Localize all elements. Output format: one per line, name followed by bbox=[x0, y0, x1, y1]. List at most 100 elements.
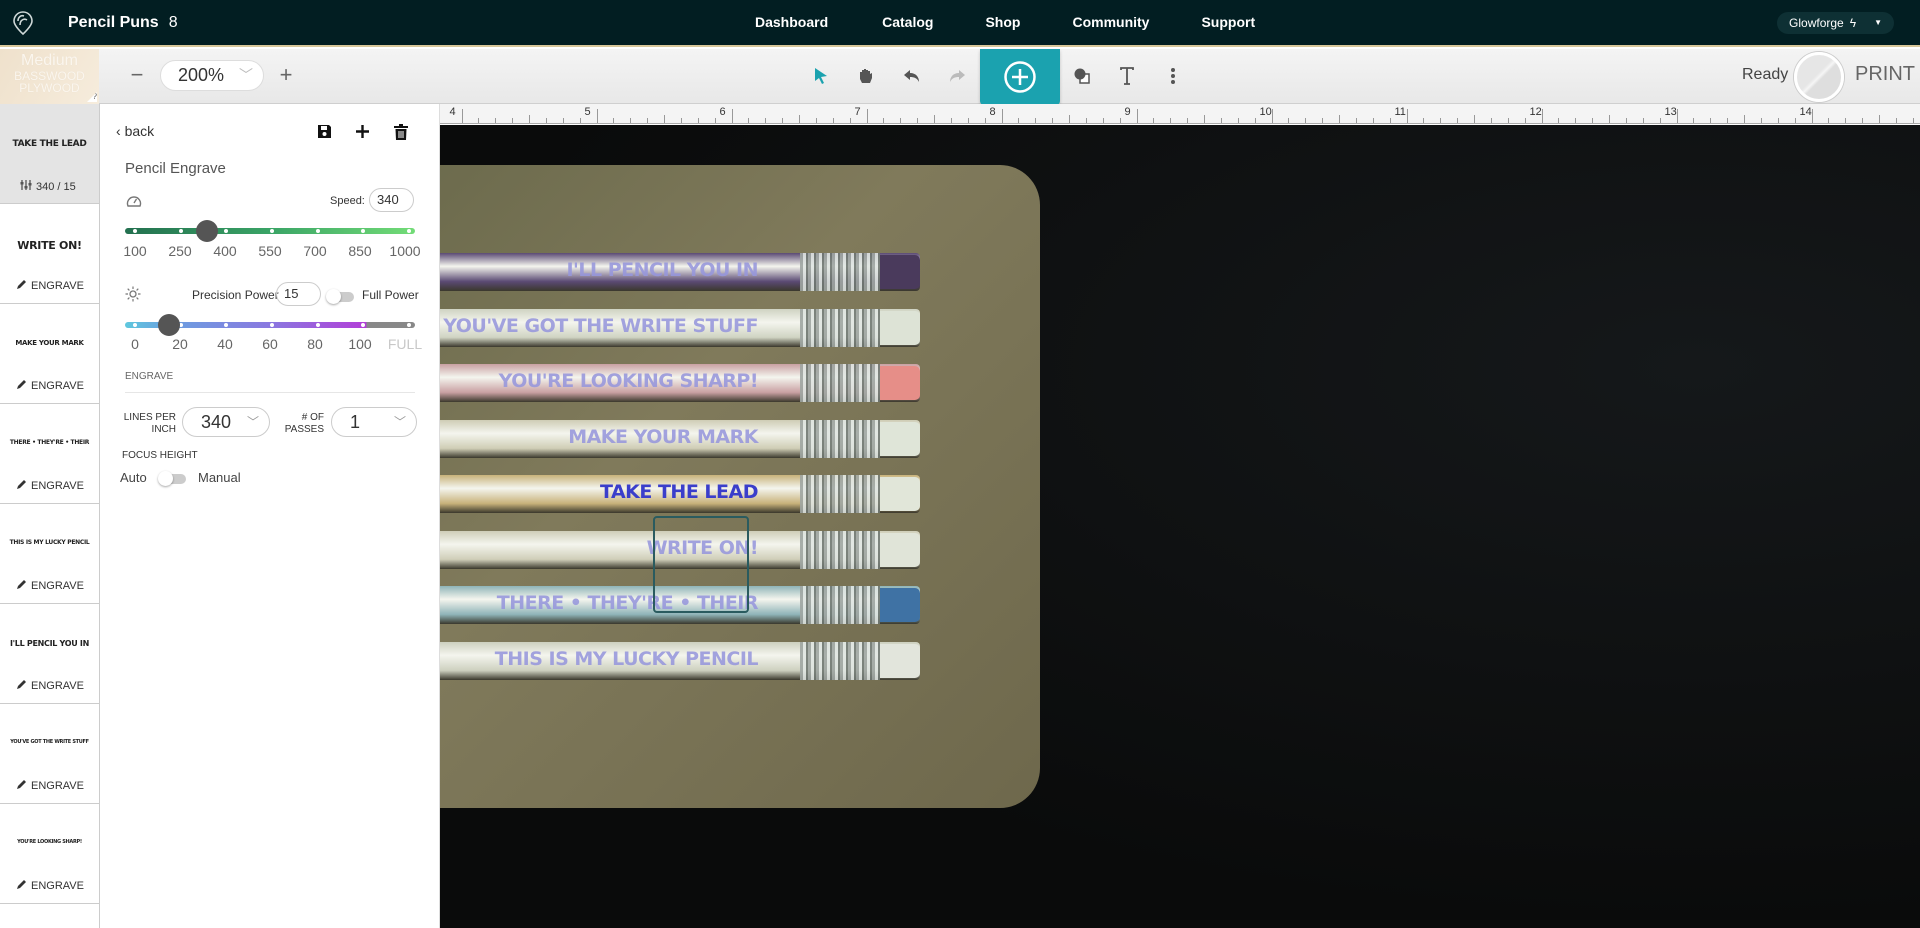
delete-preset-button[interactable] bbox=[394, 124, 408, 145]
project-name: Pencil Puns bbox=[68, 14, 159, 31]
pencil: YOU'RE LOOKING SHARP! bbox=[440, 364, 920, 402]
ruler-tick bbox=[1339, 115, 1340, 123]
engrave-design[interactable]: THIS IS MY LUCKY PENCIL bbox=[495, 648, 759, 670]
slider-knob[interactable] bbox=[157, 314, 180, 336]
thumbnail-operation[interactable]: ENGRAVE bbox=[16, 379, 84, 393]
nav-dashboard[interactable]: Dashboard bbox=[755, 14, 828, 30]
ruler-tick bbox=[782, 118, 784, 123]
engrave-design[interactable]: YOU'VE GOT THE WRITE STUFF bbox=[443, 315, 758, 337]
undo-button[interactable] bbox=[899, 63, 925, 89]
print-label[interactable]: PRINT bbox=[1855, 63, 1915, 86]
back-label: back bbox=[124, 123, 155, 139]
selection-box[interactable] bbox=[653, 516, 749, 613]
more-options-button[interactable] bbox=[1160, 63, 1186, 89]
thumbnail-item[interactable]: I'LL PENCIL YOU IN ENGRAVE bbox=[0, 604, 99, 704]
focus-height-toggle[interactable] bbox=[158, 471, 186, 486]
thumbnail-operation[interactable]: 340 / 15 bbox=[20, 180, 76, 193]
ruler-label: 7 bbox=[854, 106, 861, 118]
thumbnail-operation-label: ENGRAVE bbox=[31, 580, 84, 592]
lpi-select[interactable]: 340 ﹀ bbox=[182, 407, 270, 437]
passes-select[interactable]: 1 ﹀ bbox=[331, 407, 417, 437]
speed-input[interactable]: 340 bbox=[369, 188, 414, 212]
full-power-toggle[interactable] bbox=[326, 289, 354, 304]
pencil: THIS IS MY LUCKY PENCIL bbox=[440, 641, 920, 680]
ruler-tick bbox=[1558, 118, 1560, 123]
pencil-icon bbox=[16, 779, 27, 793]
pencil-ferrule bbox=[800, 253, 880, 291]
bed-canvas[interactable]: I'LL PENCIL YOU IN YOU'VE GOT THE WRITE S… bbox=[440, 125, 1920, 928]
thumbnail-operation[interactable]: ENGRAVE bbox=[16, 279, 84, 293]
ruler-tick bbox=[1794, 118, 1796, 123]
thumbnail-item[interactable]: THIS IS MY LUCKY PENCIL ENGRAVE bbox=[0, 504, 99, 604]
engrave-design[interactable]: I'LL PENCIL YOU IN bbox=[566, 259, 758, 281]
zoom-in-button[interactable]: + bbox=[274, 62, 298, 88]
thumbnail-item[interactable]: YOU'VE GOT THE WRITE STUFF ENGRAVE bbox=[0, 704, 99, 804]
ruler-tick bbox=[1220, 118, 1222, 123]
machine-selector[interactable]: Glowforge ϟ ▼ bbox=[1777, 12, 1894, 34]
pencil-ferrule bbox=[800, 308, 880, 347]
select-tool-button[interactable] bbox=[808, 63, 834, 89]
thumbnail-operation[interactable]: ENGRAVE bbox=[16, 679, 84, 693]
ruler-tick bbox=[1423, 118, 1425, 123]
slider-knob[interactable] bbox=[196, 220, 218, 242]
add-preset-button[interactable] bbox=[355, 124, 370, 144]
ruler-tick bbox=[1710, 118, 1712, 123]
add-artwork-button[interactable] bbox=[980, 49, 1060, 105]
ruler-tick bbox=[815, 118, 817, 123]
precision-power-label: Precision Power bbox=[192, 288, 279, 302]
ruler-tick bbox=[799, 115, 800, 123]
ruler-tick bbox=[613, 118, 615, 123]
pencil-ferrule bbox=[800, 530, 880, 569]
ruler-tick bbox=[545, 118, 547, 123]
ruler-tick bbox=[1592, 118, 1594, 123]
project-title[interactable]: Pencil Puns 8 bbox=[68, 14, 178, 32]
thumbnail-item[interactable]: THERE • THEY'RE • THEIR ENGRAVE bbox=[0, 404, 99, 504]
power-slider[interactable] bbox=[125, 314, 415, 336]
nav-support[interactable]: Support bbox=[1201, 14, 1255, 30]
focus-manual-label: Manual bbox=[198, 470, 241, 485]
ruler-tick bbox=[917, 118, 919, 123]
zoom-out-button[interactable]: − bbox=[125, 62, 149, 88]
speedometer-icon bbox=[126, 196, 142, 207]
glowforge-logo-icon[interactable] bbox=[12, 10, 34, 36]
pencil-eraser bbox=[880, 477, 920, 511]
nav-community[interactable]: Community bbox=[1072, 14, 1149, 30]
ruler-tick bbox=[478, 118, 480, 123]
engrave-design[interactable]: MAKE YOUR MARK bbox=[568, 426, 758, 448]
pencil-eraser bbox=[880, 588, 920, 622]
thumbnail-item[interactable]: TAKE THE LEAD 340 / 15 bbox=[0, 104, 99, 204]
ruler-label: 4 bbox=[449, 106, 456, 118]
ruler-tick bbox=[1777, 118, 1779, 123]
plus-icon bbox=[356, 125, 369, 138]
power-input[interactable]: 15 bbox=[276, 282, 321, 306]
thumbnail-operation[interactable]: ENGRAVE bbox=[16, 879, 84, 893]
save-preset-button[interactable] bbox=[317, 124, 332, 144]
nav-catalog[interactable]: Catalog bbox=[882, 14, 933, 30]
engrave-design[interactable]: YOU'RE LOOKING SHARP! bbox=[499, 370, 759, 392]
zoom-level-select[interactable]: 200% ﹀ bbox=[160, 60, 264, 91]
ruler-tick bbox=[1187, 118, 1189, 123]
print-button[interactable] bbox=[1794, 52, 1844, 102]
text-tool-button[interactable] bbox=[1114, 63, 1140, 89]
material-selector[interactable]: Medium BASSWOOD PLYWOOD ? bbox=[0, 49, 99, 104]
ruler-tick bbox=[1018, 118, 1020, 123]
ruler-tick bbox=[1676, 109, 1678, 123]
slider-tick-dot bbox=[178, 229, 183, 233]
thumbnail-operation[interactable]: ENGRAVE bbox=[16, 479, 84, 493]
thumbnail-operation[interactable]: ENGRAVE bbox=[16, 579, 84, 593]
shapes-button[interactable] bbox=[1069, 63, 1095, 89]
pan-tool-button[interactable] bbox=[853, 63, 879, 89]
back-button[interactable]: ‹ back bbox=[116, 123, 154, 139]
thumbnail-item[interactable]: YOU'RE LOOKING SHARP! ENGRAVE bbox=[0, 804, 99, 904]
nav-shop[interactable]: Shop bbox=[985, 14, 1020, 30]
thumbnail-item[interactable]: WRITE ON! ENGRAVE bbox=[0, 204, 99, 304]
ruler-tick bbox=[1524, 118, 1526, 123]
slider-tick-dot bbox=[270, 323, 274, 327]
speed-slider[interactable] bbox=[125, 220, 415, 242]
design-thumbnails: TAKE THE LEAD 340 / 15 WRITE ON! ENGRAVE MAK… bbox=[0, 104, 100, 928]
selected-engrave-design[interactable]: TAKE THE LEAD bbox=[600, 481, 759, 503]
redo-button[interactable] bbox=[944, 63, 970, 89]
ruler-tick bbox=[529, 115, 530, 123]
thumbnail-item[interactable]: MAKE YOUR MARK ENGRAVE bbox=[0, 304, 99, 404]
thumbnail-operation[interactable]: ENGRAVE bbox=[16, 779, 84, 793]
